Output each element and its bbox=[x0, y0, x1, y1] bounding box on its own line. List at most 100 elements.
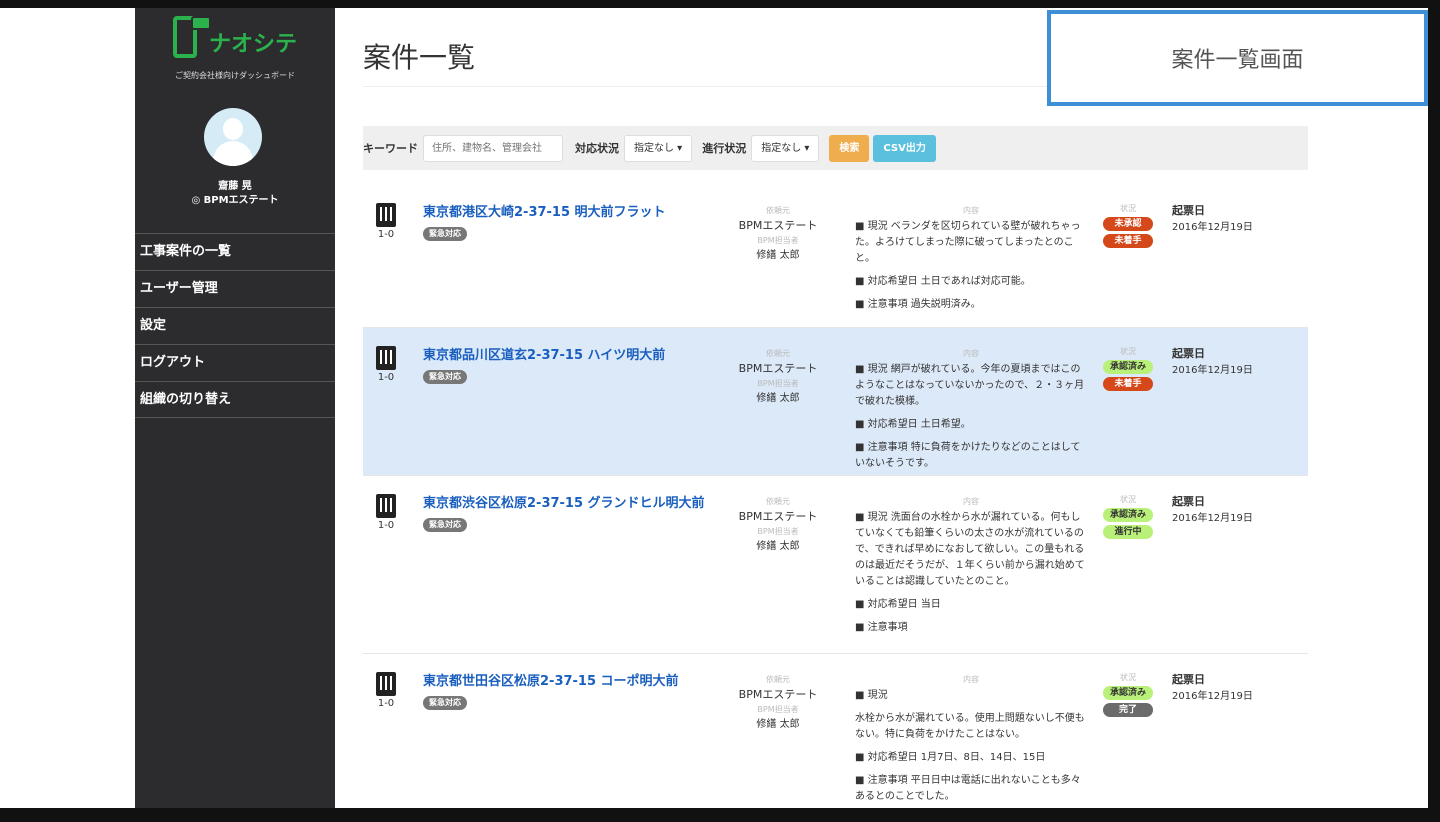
status-badge: 承認済み bbox=[1103, 360, 1153, 374]
status-caption: 状況 bbox=[1120, 347, 1136, 356]
floor-label: 1-0 bbox=[377, 520, 395, 531]
created-date: 2016年12月19日 bbox=[1172, 222, 1253, 233]
project-title-link[interactable]: 東京都品川区道玄2-37-15 ハイツ明大前 bbox=[423, 348, 665, 363]
search-button[interactable]: 検索 bbox=[829, 134, 870, 162]
floor-label: 1-0 bbox=[377, 698, 395, 709]
phone-chat-icon bbox=[173, 16, 211, 58]
project-title-link[interactable]: 東京都港区大崎2-37-15 明大前フラット bbox=[423, 205, 666, 220]
sidebar-item-logout[interactable]: ログアウト bbox=[135, 344, 335, 381]
status-badge: 未承認 bbox=[1103, 217, 1153, 231]
content-line: ■ 現況 bbox=[855, 690, 888, 701]
date-caption: 起票日 bbox=[1172, 347, 1205, 360]
content-line: ■ 現況 洗面台の水栓から水が漏れている。何もしていなくても鉛筆くらいの太さの水… bbox=[855, 512, 1085, 587]
table-row[interactable]: 1-0 東京都品川区道玄2-37-15 ハイツ明大前 緊急対応 依頼元 BPMエステ… bbox=[363, 328, 1308, 476]
requester-caption: 依頼元 bbox=[766, 206, 790, 215]
sidebar-item-switch-org[interactable]: 組織の切り替え bbox=[135, 381, 335, 418]
brand-name: ナオシテ bbox=[209, 32, 298, 57]
project-title-link[interactable]: 東京都渋谷区松原2-37-15 グランドヒル明大前 bbox=[423, 496, 705, 511]
keyword-input[interactable] bbox=[423, 134, 563, 162]
urgent-badge: 緊急対応 bbox=[423, 370, 467, 384]
manager-name: 修繕 太郎 bbox=[756, 250, 800, 261]
content-line: ■ 対応希望日 土日であれば対応可能。 bbox=[855, 276, 1031, 287]
content-line: ■ 対応希望日 当日 bbox=[855, 599, 941, 610]
content-line: ■ 注意事項 過失説明済み。 bbox=[855, 299, 981, 310]
sidebar-menu: 工事案件の一覧 ユーザー管理 設定 ログアウト 組織の切り替え bbox=[135, 233, 335, 418]
content-caption: 内容 bbox=[963, 497, 979, 506]
requester-caption: 依頼元 bbox=[766, 349, 790, 358]
table-row[interactable]: 1-0 東京都世田谷区松原2-37-15 コーポ明大前 緊急対応 依頼元 BPMエス… bbox=[363, 654, 1308, 808]
content-line: ■ 注意事項 特に負荷をかけたりなどのことはしていないそうです。 bbox=[855, 442, 1081, 469]
manager-name: 修繕 太郎 bbox=[756, 719, 800, 730]
sidebar-item-settings[interactable]: 設定 bbox=[135, 307, 335, 344]
manager-name: 修繕 太郎 bbox=[756, 541, 800, 552]
content-line: ■ 現況 網戸が破れている。今年の夏頃まではこのようなことはなっていないかったの… bbox=[855, 364, 1085, 407]
project-title-link[interactable]: 東京都世田谷区松原2-37-15 コーポ明大前 bbox=[423, 674, 679, 689]
urgent-badge: 緊急対応 bbox=[423, 227, 467, 241]
sidebar-item-users[interactable]: ユーザー管理 bbox=[135, 270, 335, 307]
manager-caption: BPM担当者 bbox=[757, 236, 799, 245]
logo[interactable]: ナオシテ bbox=[173, 16, 297, 58]
status-badge: 承認済み bbox=[1103, 686, 1153, 700]
content-caption: 内容 bbox=[963, 206, 979, 215]
screen-label-callout: 案件一覧画面 bbox=[1047, 10, 1428, 106]
user-org: ◎ BPMエステート bbox=[191, 195, 279, 206]
content-line: ■ 対応希望日 土日希望。 bbox=[855, 419, 971, 430]
status-caption: 状況 bbox=[1120, 495, 1136, 504]
manager-caption: BPM担当者 bbox=[757, 379, 799, 388]
building-icon bbox=[376, 203, 396, 227]
manager-caption: BPM担当者 bbox=[757, 527, 799, 536]
user-name: 齋藤 晃 bbox=[218, 181, 252, 192]
building-icon bbox=[376, 672, 396, 696]
search-bar: キーワード 対応状況 指定なし ▾ 進行状況 指定なし ▾ 検索 CSV出力 bbox=[363, 126, 1308, 170]
content-caption: 内容 bbox=[963, 349, 979, 358]
status-label: 対応状況 bbox=[575, 142, 619, 155]
table-row[interactable]: 1-0 東京都渋谷区松原2-37-15 グランドヒル明大前 緊急対応 依頼元 BPM… bbox=[363, 476, 1308, 654]
manager-caption: BPM担当者 bbox=[757, 705, 799, 714]
sidebar-item-projects[interactable]: 工事案件の一覧 bbox=[135, 233, 335, 270]
urgent-badge: 緊急対応 bbox=[423, 696, 467, 710]
status-badge: 承認済み bbox=[1103, 508, 1153, 522]
building-icon bbox=[376, 346, 396, 370]
progress-select[interactable]: 指定なし ▾ bbox=[751, 134, 820, 162]
urgent-badge: 緊急対応 bbox=[423, 518, 467, 532]
status-badge: 進行中 bbox=[1103, 525, 1153, 539]
requester-caption: 依頼元 bbox=[766, 497, 790, 506]
avatar bbox=[204, 108, 262, 166]
content-line: ■ 現況 ベランダを区切られている壁が破れちゃった。よろけてしまった際に破ってし… bbox=[855, 221, 1081, 264]
requester-name: BPMエステート bbox=[738, 219, 818, 232]
main-content: 案件一覧 キーワード 対応状況 指定なし ▾ 進行状況 指定なし ▾ 検索 CS… bbox=[335, 8, 1428, 808]
building-icon bbox=[376, 494, 396, 518]
floor-label: 1-0 bbox=[377, 372, 395, 383]
content-line: ■ 対応希望日 1月7日、8日、14日、15日 bbox=[855, 752, 1046, 763]
content-line: ■ 注意事項 平日日中は電話に出れないことも多々あるとのことでした。 bbox=[855, 775, 1081, 802]
requester-name: BPMエステート bbox=[738, 510, 818, 523]
manager-name: 修繕 太郎 bbox=[756, 393, 800, 404]
left-margin bbox=[0, 8, 135, 808]
progress-label: 進行状況 bbox=[702, 142, 747, 155]
date-caption: 起票日 bbox=[1172, 495, 1205, 508]
divider bbox=[363, 86, 1063, 87]
status-badge: 完了 bbox=[1103, 703, 1153, 717]
status-caption: 状況 bbox=[1120, 204, 1136, 213]
table-row[interactable]: 1-0 東京都港区大崎2-37-15 明大前フラット 緊急対応 依頼元 BPMエステ… bbox=[363, 185, 1308, 328]
requester-name: BPMエステート bbox=[738, 362, 818, 375]
status-caption: 状況 bbox=[1120, 673, 1136, 682]
floor-label: 1-0 bbox=[377, 229, 395, 240]
content-line: ■ 注意事項 bbox=[855, 622, 908, 633]
content-caption: 内容 bbox=[963, 675, 979, 684]
status-select[interactable]: 指定なし ▾ bbox=[624, 134, 693, 162]
content-line: 水栓から水が漏れている。使用上問題ないし不便もない。特に負荷をかけたことはない。 bbox=[855, 713, 1085, 740]
keyword-label: キーワード bbox=[363, 142, 418, 155]
sidebar: ナオシテ ご契約会社様向けダッシュボード 齋藤 晃 ◎ BPMエステート 工事案件… bbox=[135, 8, 335, 808]
created-date: 2016年12月19日 bbox=[1172, 365, 1253, 376]
brand-tagline: ご契約会社様向けダッシュボード bbox=[175, 71, 295, 80]
created-date: 2016年12月19日 bbox=[1172, 691, 1253, 702]
date-caption: 起票日 bbox=[1172, 673, 1205, 686]
status-badge: 未着手 bbox=[1103, 377, 1153, 391]
page-title: 案件一覧 bbox=[363, 41, 476, 74]
csv-export-button[interactable]: CSV出力 bbox=[873, 134, 936, 162]
created-date: 2016年12月19日 bbox=[1172, 513, 1253, 524]
date-caption: 起票日 bbox=[1172, 204, 1205, 217]
requester-caption: 依頼元 bbox=[766, 675, 790, 684]
requester-name: BPMエステート bbox=[738, 688, 818, 701]
